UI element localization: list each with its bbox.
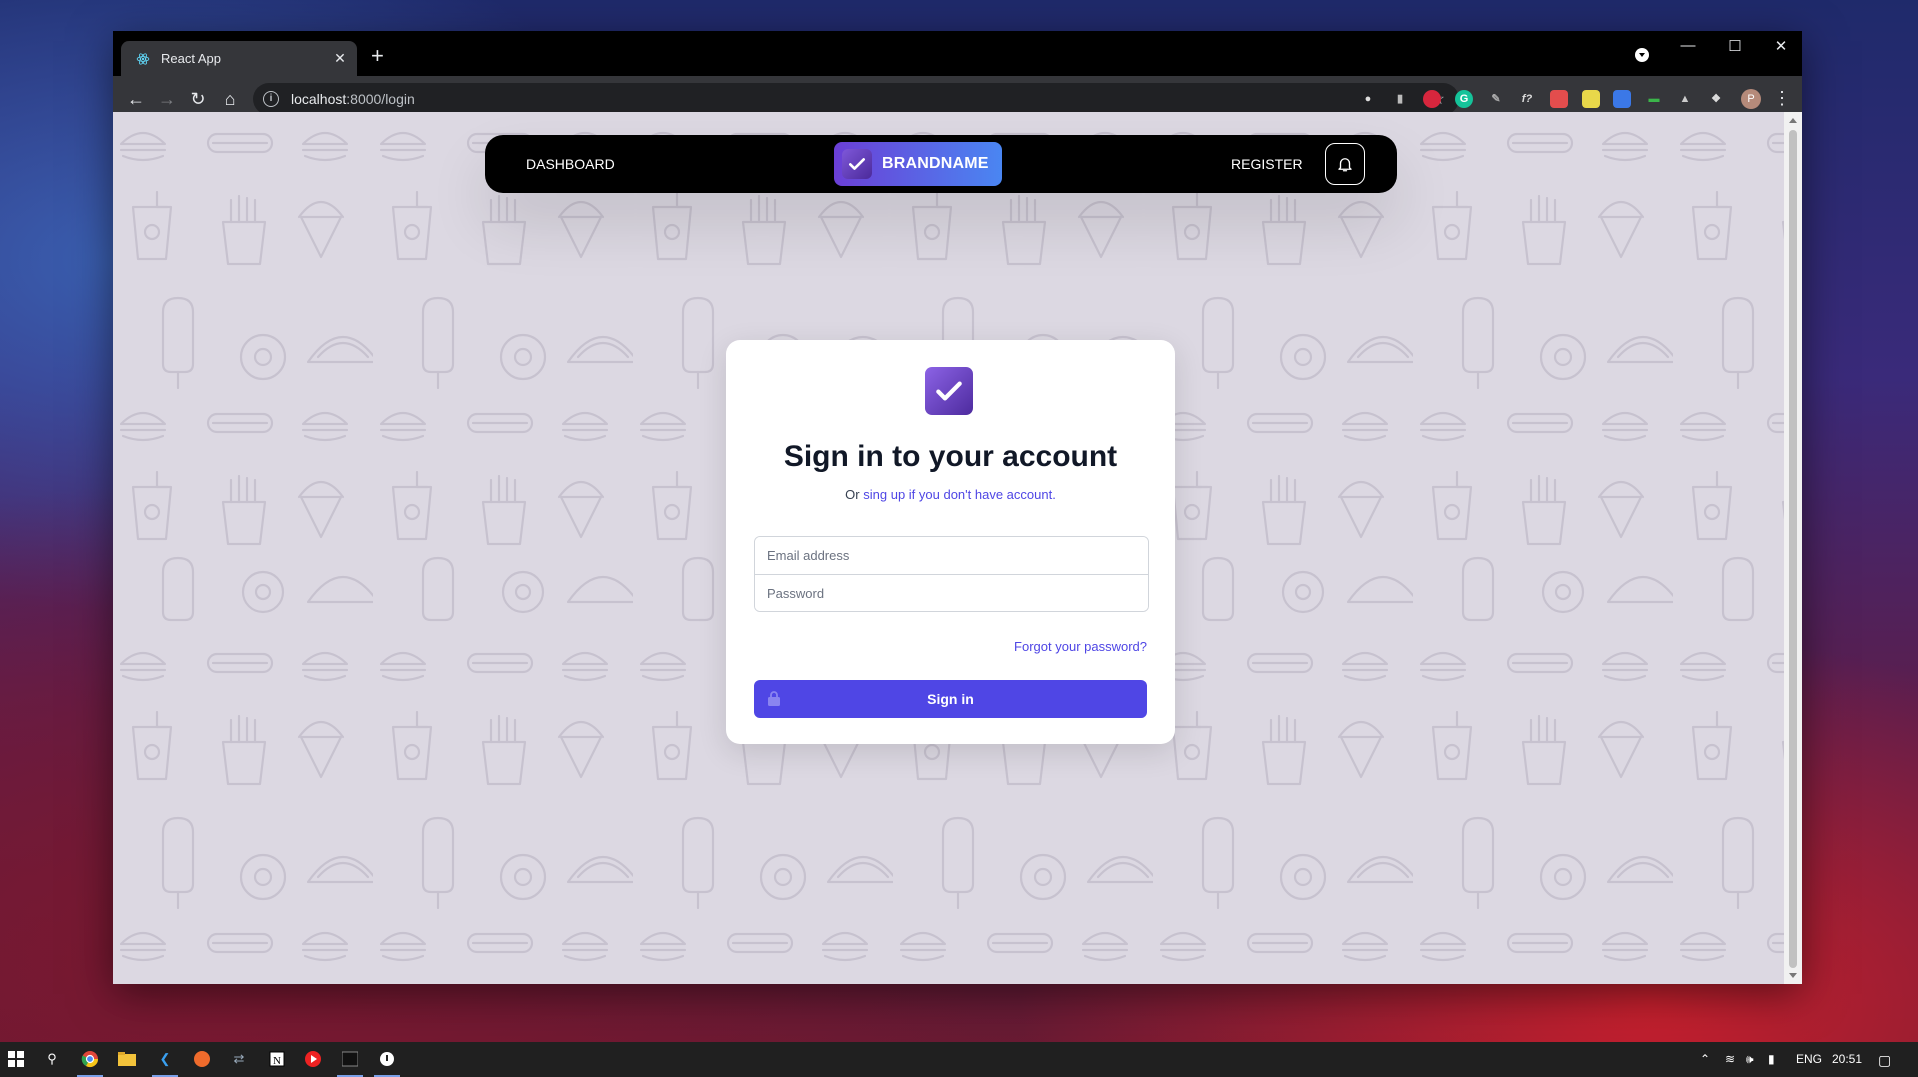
checkmark-logo-icon <box>842 149 872 179</box>
sign-in-label: Sign in <box>927 691 974 707</box>
extension-incognito-icon[interactable]: ● <box>1359 90 1377 108</box>
nav-dashboard-link[interactable]: DASHBOARD <box>526 156 615 172</box>
minimize-icon[interactable]: — <box>1668 37 1708 54</box>
forgot-password-link[interactable]: Forgot your password? <box>1014 639 1147 654</box>
extension-bw-icon[interactable]: ▬ <box>1645 90 1663 108</box>
clock[interactable]: 20:51 <box>1832 1052 1862 1066</box>
extension-n-icon[interactable]: ▲ <box>1676 90 1694 108</box>
notifications-button[interactable] <box>1325 143 1365 185</box>
home-icon[interactable]: ⌂ <box>219 88 241 110</box>
language-indicator[interactable]: ENG <box>1796 1052 1822 1066</box>
react-icon <box>135 51 151 67</box>
battery-icon[interactable]: ▮ <box>1768 1052 1775 1066</box>
login-subtitle: Or sing up if you don't have account. <box>726 487 1175 502</box>
profile-avatar[interactable]: P <box>1741 89 1761 109</box>
extension-window-icon[interactable] <box>1613 90 1631 108</box>
youtube-music-icon[interactable] <box>303 1049 323 1069</box>
file-explorer-icon[interactable] <box>117 1049 137 1069</box>
extension-fx-icon[interactable]: f? <box>1518 90 1536 108</box>
scroll-down-icon[interactable] <box>1789 973 1797 978</box>
extension-pen-icon[interactable]: ✎ <box>1487 90 1505 108</box>
extension-bottle-icon[interactable]: ▮ <box>1391 90 1409 108</box>
maximize-icon[interactable]: ☐ <box>1715 37 1755 55</box>
extensions-puzzle-icon[interactable]: ❖ <box>1707 90 1725 108</box>
volume-icon[interactable]: 🕪 <box>1746 1052 1754 1067</box>
site-info-icon[interactable]: i <box>263 91 279 107</box>
sign-in-button[interactable]: Sign in <box>754 680 1147 718</box>
new-tab-button[interactable]: + <box>371 45 384 67</box>
page-scrollbar[interactable] <box>1784 112 1802 984</box>
checkmark-logo-icon <box>925 367 973 415</box>
url-path: :8000/login <box>346 91 415 107</box>
app-circle-icon[interactable] <box>377 1049 397 1069</box>
signup-link[interactable]: sing up if you don't have account. <box>863 487 1056 502</box>
notion-icon[interactable]: N <box>267 1049 287 1069</box>
menu-kebab-icon[interactable]: ⋮ <box>1773 88 1791 109</box>
login-title: Sign in to your account <box>783 440 1118 473</box>
extension-game-icon[interactable] <box>1550 90 1568 108</box>
tray-expand-icon[interactable]: ⌃ <box>1700 1052 1710 1066</box>
postman-icon[interactable] <box>192 1049 212 1069</box>
url-host: localhost <box>291 91 347 107</box>
close-tab-icon[interactable]: ✕ <box>329 50 351 67</box>
extension-note-icon[interactable] <box>1582 90 1600 108</box>
network-tool-icon[interactable]: ⇄ <box>229 1049 249 1069</box>
tab-strip: React App ✕ + — ☐ ✕ <box>113 31 1802 76</box>
chrome-icon[interactable] <box>80 1049 100 1069</box>
tab-title: React App <box>161 51 221 66</box>
terminal-icon[interactable] <box>340 1049 360 1069</box>
subtitle-prefix: Or <box>845 487 860 502</box>
lock-icon <box>768 691 780 706</box>
address-bar[interactable]: i localhost:8000/login ☆ <box>253 83 1459 115</box>
reload-icon[interactable]: ↻ <box>187 88 209 110</box>
brand-name: BRANDNAME <box>882 155 989 172</box>
app-navbar: DASHBOARD BRANDNAME REGISTER <box>485 135 1397 193</box>
windows-taskbar: ⚲ ❮ ⇄ N ⌃ ≋ 🕪 ▮ ENG 20:51 ▢ <box>0 1042 1918 1077</box>
back-icon[interactable]: ← <box>125 88 147 110</box>
extension-red-icon[interactable] <box>1423 90 1441 108</box>
search-icon[interactable]: ⚲ <box>42 1049 62 1069</box>
page-viewport: DASHBOARD BRANDNAME REGISTER Sign in to … <box>113 112 1784 984</box>
bell-icon <box>1338 158 1352 172</box>
grammarly-icon[interactable]: G <box>1455 90 1473 108</box>
forward-icon[interactable]: → <box>156 88 178 110</box>
email-field[interactable] <box>755 537 1148 574</box>
scroll-thumb[interactable] <box>1789 130 1797 968</box>
scroll-up-icon[interactable] <box>1789 118 1797 123</box>
media-control-icon[interactable] <box>1635 48 1649 62</box>
login-card: Sign in to your account Or sing up if yo… <box>726 340 1175 744</box>
browser-window: React App ✕ + — ☐ ✕ ← → ↻ ⌂ i localhost:… <box>113 31 1802 984</box>
vscode-icon[interactable]: ❮ <box>155 1049 175 1069</box>
windows-start-icon[interactable] <box>6 1049 26 1069</box>
brand-button[interactable]: BRANDNAME <box>834 142 1002 186</box>
password-field[interactable] <box>755 574 1148 611</box>
credentials-group <box>754 536 1149 612</box>
notifications-center-icon[interactable]: ▢ <box>1878 1052 1891 1069</box>
window-close-icon[interactable]: ✕ <box>1761 37 1801 55</box>
nav-register-link[interactable]: REGISTER <box>1231 156 1303 172</box>
svg-text:N: N <box>273 1055 281 1067</box>
browser-tab[interactable]: React App ✕ <box>121 41 357 76</box>
wifi-icon[interactable]: ≋ <box>1725 1052 1735 1066</box>
